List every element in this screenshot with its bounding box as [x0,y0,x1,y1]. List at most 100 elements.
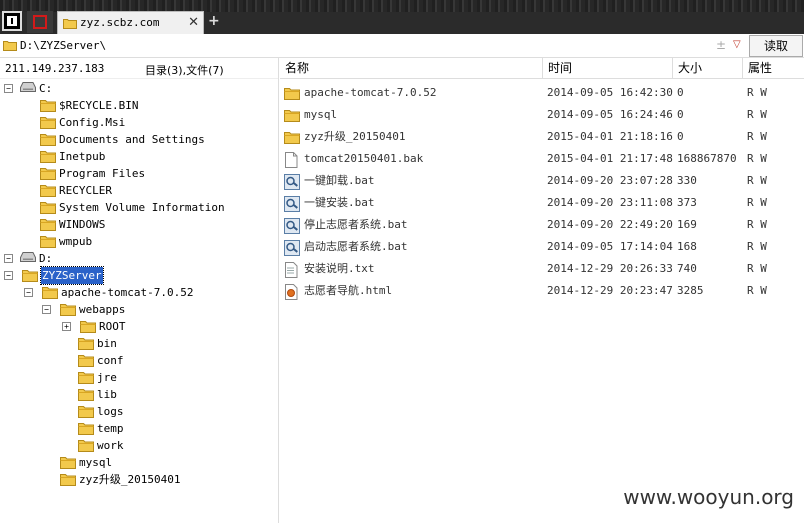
file-time: 2015-04-01 21:18:16 [547,130,673,143]
tree-item-label[interactable]: Documents and Settings [59,131,205,148]
file-attr: R W [747,218,767,231]
tree-item-label[interactable]: lib [97,386,117,403]
tree-item-label[interactable]: Config.Msi [59,114,125,131]
tree-item-label[interactable]: C: [39,80,52,97]
tree-item-label[interactable]: work [97,437,124,454]
tree-folder[interactable]: Program Files [0,165,278,182]
file-size: 0 [677,86,684,99]
tree-folder[interactable]: Documents and Settings [0,131,278,148]
file-row[interactable]: 一键卸载.bat 2014-09-20 23:07:28 330 R W [280,170,804,192]
collapse-icon[interactable]: − [24,288,33,297]
collapse-icon[interactable]: − [4,84,13,93]
server-ip: 211.149.237.183 [5,62,105,75]
file-row[interactable]: zyz升级_20150401 2015-04-01 21:18:16 0 R W [280,126,804,148]
dir-file-counts: 目录(3),文件(7) [145,64,224,77]
column-header-time[interactable]: 时间 [543,58,673,79]
app-menu-icon[interactable] [2,11,22,31]
tree-folder[interactable]: mysql [0,454,278,471]
collapse-icon[interactable]: − [4,271,13,280]
tree-folder[interactable]: − ZYZServer [0,266,278,285]
new-tab-button[interactable]: + [208,13,220,29]
file-attr: R W [747,284,767,297]
file-time: 2014-09-05 16:42:30 [547,86,673,99]
tree-drive[interactable]: − C: [0,80,278,98]
file-row[interactable]: mysql 2014-09-05 16:24:46 0 R W [280,104,804,126]
file-row[interactable]: 一键安装.bat 2014-09-20 23:11:08 373 R W [280,192,804,214]
file-row[interactable]: apache-tomcat-7.0.52 2014-09-05 16:42:30 0… [280,82,804,104]
file-name: zyz升级_20150401 [304,130,406,143]
tree-folder[interactable]: − webapps [0,301,278,318]
tree-folder[interactable]: conf [0,352,278,369]
tree-item-label[interactable]: jre [97,369,117,386]
collapse-icon[interactable]: − [42,305,51,314]
tree-item-label[interactable]: apache-tomcat-7.0.52 [61,284,193,301]
drive-icon [20,81,36,98]
tree-folder[interactable]: System Volume Information [0,199,278,216]
tree-folder[interactable]: WINDOWS [0,216,278,233]
tree-folder[interactable]: RECYCLER [0,182,278,199]
tree-item-label[interactable]: System Volume Information [59,199,225,216]
tree-item-label[interactable]: bin [97,335,117,352]
file-name: 一键安装.bat [304,196,375,209]
tree-item-label[interactable]: webapps [79,301,125,318]
tree-item-label[interactable]: Program Files [59,165,145,182]
tree-item-label[interactable]: wmpub [59,233,92,250]
tree-item-label[interactable]: Inetpub [59,148,105,165]
file-size: 330 [677,174,697,187]
tree-item-label[interactable]: zyz升级_20150401 [79,471,180,488]
tree-item-label[interactable]: D: [39,250,52,267]
file-name: 启动志愿者系统.bat [304,240,408,253]
file-name: 安装说明.txt [304,262,375,275]
file-row[interactable]: tomcat20150401.bak 2015-04-01 21:17:48 168… [280,148,804,170]
file-time: 2015-04-01 21:17:48 [547,152,673,165]
file-row[interactable]: 启动志愿者系统.bat 2014-09-05 17:14:04 168 R W [280,236,804,258]
add-favorite-icon[interactable]: ± [716,38,726,52]
tree-item-label[interactable]: $RECYCLE.BIN [59,97,138,114]
folder-icon [63,19,77,29]
column-header-size[interactable]: 大小 [673,58,743,79]
tree-folder[interactable]: + ROOT [0,318,278,335]
tab-active[interactable]: zyz.scbz.com ✕ [57,11,204,34]
tree-item-label[interactable]: ROOT [99,318,126,335]
tree-folder[interactable]: jre [0,369,278,386]
address-bar: ± ▽ 读取 [0,34,804,58]
file-size: 0 [677,130,684,143]
path-input[interactable] [20,39,710,52]
tree-folder[interactable]: wmpub [0,233,278,250]
file-row[interactable]: 停止志愿者系统.bat 2014-09-20 22:49:20 169 R W [280,214,804,236]
tree-item-label[interactable]: ZYZServer [40,266,104,285]
tree-item-label[interactable]: mysql [79,454,112,471]
tree-item-label[interactable]: conf [97,352,124,369]
close-icon[interactable]: ✕ [188,15,199,30]
tree-folder[interactable]: bin [0,335,278,352]
tree-folder[interactable]: − apache-tomcat-7.0.52 [0,284,278,301]
tree-item-label[interactable]: WINDOWS [59,216,105,233]
file-row[interactable]: 安装说明.txt 2014-12-29 20:26:33 740 R W [280,258,804,280]
tree-folder[interactable]: work [0,437,278,454]
file-name: 一键卸载.bat [304,174,375,187]
tree-folder[interactable]: temp [0,420,278,437]
tree-folder[interactable]: lib [0,386,278,403]
expand-icon[interactable]: + [62,322,71,331]
folder-icon [60,472,76,491]
file-time: 2014-09-05 16:24:46 [547,108,673,121]
file-attr: R W [747,174,767,187]
collapse-icon[interactable]: − [4,254,13,263]
tree-item-label[interactable]: logs [97,403,124,420]
tree-drive[interactable]: − D: [0,250,278,267]
read-button[interactable]: 读取 [749,35,803,57]
tree-item-label[interactable]: RECYCLER [59,182,112,199]
tree-folder[interactable]: Inetpub [0,148,278,165]
tree-folder[interactable]: logs [0,403,278,420]
column-header-attr[interactable]: 属性 [743,58,804,79]
chevron-down-icon[interactable]: ▽ [733,39,741,50]
file-name: mysql [304,108,338,121]
record-icon[interactable] [27,11,53,33]
tree-folder[interactable]: Config.Msi [0,114,278,131]
file-row[interactable]: 志愿者导航.html 2014-12-29 20:23:47 3285 R W [280,280,804,302]
tree-folder[interactable]: zyz升级_20150401 [0,471,278,491]
column-header-name[interactable]: 名称 [280,58,543,79]
file-time: 2014-12-29 20:23:47 [547,284,673,297]
tree-item-label[interactable]: temp [97,420,124,437]
tree-folder[interactable]: $RECYCLE.BIN [0,97,278,114]
